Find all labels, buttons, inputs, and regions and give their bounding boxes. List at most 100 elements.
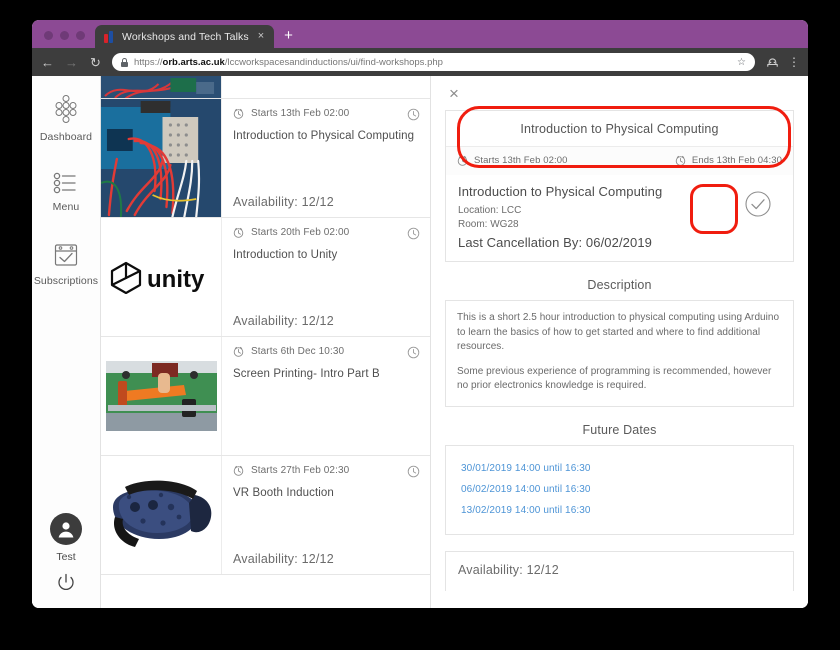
workshop-list[interactable]: Starts 13th Feb 02:00 Introduction to Ph… bbox=[101, 76, 431, 608]
detail-body-left: Introduction to Physical Computing Locat… bbox=[458, 184, 735, 250]
thumbnail-vr-headset bbox=[101, 456, 222, 574]
list-item[interactable]: Starts 27th Feb 02:30 VR Booth Induction… bbox=[101, 456, 430, 575]
detail-availability: Availability: 12/12 bbox=[445, 550, 794, 591]
clock-icon-right[interactable] bbox=[407, 465, 420, 478]
browser-menu-icon[interactable]: ⋮ bbox=[788, 56, 800, 68]
detail-start-text: Starts 13th Feb 02:00 bbox=[474, 155, 568, 166]
forward-button[interactable]: → bbox=[64, 56, 79, 69]
address-bar[interactable]: https://orb.arts.ac.uk/lccworkspacesandi… bbox=[112, 53, 755, 71]
sidebar-label-subscriptions: Subscriptions bbox=[33, 275, 99, 287]
clock-icon bbox=[233, 465, 244, 476]
description-box: This is a short 2.5 hour introduction to… bbox=[445, 300, 794, 407]
minimize-window-button[interactable] bbox=[60, 31, 69, 40]
sidebar-footer: Test bbox=[50, 513, 82, 608]
lock-icon bbox=[121, 57, 128, 67]
list-item[interactable]: Starts 6th Dec 10:30 Screen Printing- In… bbox=[101, 337, 430, 456]
sidebar-label-dashboard: Dashboard bbox=[39, 131, 93, 143]
clock-icon bbox=[233, 108, 244, 119]
description-paragraph-1: This is a short 2.5 hour introduction to… bbox=[457, 312, 780, 352]
toolbar-icons: ⋮ bbox=[764, 56, 800, 68]
list-item-start: Starts 20th Feb 02:00 bbox=[233, 227, 420, 240]
reload-button[interactable]: ↻ bbox=[88, 56, 103, 69]
list-item-start: Starts 27th Feb 02:30 bbox=[233, 465, 420, 478]
list-item-start-text: Starts 20th Feb 02:00 bbox=[251, 227, 350, 238]
detail-body-title: Introduction to Physical Computing bbox=[458, 184, 663, 199]
list-icon bbox=[53, 172, 79, 194]
list-item-availability: Availability: 12/12 bbox=[233, 195, 334, 209]
description-paragraph-2: Some previous experience of programming … bbox=[457, 365, 772, 392]
list-item-body: Starts 13th Feb 02:00 Introduction to Ph… bbox=[222, 99, 430, 217]
list-item-availability: Availability: 12/12 bbox=[233, 552, 334, 566]
list-item-title: Introduction to Unity bbox=[233, 249, 338, 261]
future-date-row[interactable]: 06/02/2019 14:00 until 16:30 bbox=[457, 479, 782, 500]
close-window-button[interactable] bbox=[44, 31, 53, 40]
detail-location: Location: LCC bbox=[458, 205, 522, 216]
list-item-body: Starts 27th Feb 02:30 VR Booth Induction… bbox=[222, 456, 430, 574]
thumbnail-arduino bbox=[101, 99, 222, 217]
list-item-availability: Availability: 12/12 bbox=[233, 314, 334, 328]
detail-last-cancellation: Last Cancellation By: 06/02/2019 bbox=[458, 235, 652, 250]
list-item-body: Starts 20th Feb 02:00 Introduction to Un… bbox=[222, 218, 430, 336]
list-item-start-text: Starts 27th Feb 02:30 bbox=[251, 465, 350, 476]
clock-icon bbox=[233, 227, 244, 238]
browser-tab[interactable]: Workshops and Tech Talks × bbox=[95, 25, 275, 48]
sidebar-item-dashboard[interactable]: Dashboard bbox=[32, 94, 100, 143]
sidebar-item-subscriptions[interactable]: Subscriptions bbox=[32, 242, 100, 287]
list-item-start-text: Starts 13th Feb 02:00 bbox=[251, 108, 350, 119]
window-traffic-lights bbox=[32, 31, 95, 48]
detail-close-bar: × bbox=[445, 76, 794, 110]
url-text: https://orb.arts.ac.uk/lccworkspacesandi… bbox=[134, 56, 443, 68]
close-icon[interactable]: × bbox=[449, 85, 459, 102]
new-tab-button[interactable]: + bbox=[274, 28, 303, 48]
app-viewport: Dashboard Menu Subscriptions Test Starts… bbox=[32, 76, 808, 608]
list-item-start: Starts 13th Feb 02:00 bbox=[233, 108, 420, 121]
list-item[interactable]: Starts 13th Feb 02:00 Introduction to Ph… bbox=[101, 99, 430, 218]
clock-icon bbox=[233, 346, 244, 357]
detail-end-text: Ends 13th Feb 04:30 bbox=[691, 155, 782, 166]
future-date-row[interactable]: 13/02/2019 14:00 until 16:30 bbox=[457, 500, 782, 521]
clock-icon-right[interactable] bbox=[407, 346, 420, 359]
sidebar: Dashboard Menu Subscriptions Test bbox=[32, 76, 101, 608]
list-item-partial[interactable] bbox=[101, 76, 430, 99]
clock-icon bbox=[675, 155, 686, 166]
tab-title: Workshops and Tech Talks bbox=[122, 30, 249, 43]
detail-start: Starts 13th Feb 02:00 bbox=[457, 155, 567, 166]
list-item[interactable]: unity Starts 20th Feb 02:00 Introduction… bbox=[101, 218, 430, 337]
clock-icon-right[interactable] bbox=[407, 227, 420, 240]
detail-times-row: Starts 13th Feb 02:00 Ends 13th Feb 04:3… bbox=[446, 147, 793, 175]
list-item-start-text: Starts 6th Dec 10:30 bbox=[251, 346, 345, 357]
bookmark-star-icon[interactable]: ☆ bbox=[737, 57, 746, 68]
maximize-window-button[interactable] bbox=[76, 31, 85, 40]
list-item-body: Starts 6th Dec 10:30 Screen Printing- In… bbox=[222, 337, 430, 455]
detail-booked-status[interactable] bbox=[735, 184, 781, 218]
browser-window: Workshops and Tech Talks × + ← → ↻ https… bbox=[32, 20, 808, 608]
detail-end: Ends 13th Feb 04:30 bbox=[675, 155, 782, 166]
clock-icon-right[interactable] bbox=[407, 108, 420, 121]
profile-icon[interactable] bbox=[766, 57, 779, 68]
circle-check-icon[interactable] bbox=[744, 190, 772, 218]
browser-toolbar: ← → ↻ https://orb.arts.ac.uk/lccworkspac… bbox=[32, 48, 808, 76]
calendar-check-icon bbox=[53, 242, 79, 268]
list-item-body bbox=[222, 76, 430, 98]
avatar[interactable] bbox=[50, 513, 82, 545]
detail-header-panel: Introduction to Physical Computing Start… bbox=[445, 110, 794, 262]
sidebar-label-menu: Menu bbox=[52, 201, 80, 213]
thumbnail-unity: unity bbox=[101, 218, 222, 336]
svg-text:unity: unity bbox=[147, 266, 205, 293]
user-name: Test bbox=[56, 551, 76, 563]
detail-body-block: Introduction to Physical Computing Locat… bbox=[446, 175, 793, 261]
list-item-start: Starts 6th Dec 10:30 bbox=[233, 346, 420, 359]
power-icon[interactable] bbox=[55, 572, 77, 594]
sidebar-item-menu[interactable]: Menu bbox=[32, 172, 100, 213]
workshop-detail-panel: × Introduction to Physical Computing Sta… bbox=[431, 76, 808, 608]
future-dates-box: 30/01/2019 14:00 until 16:30 06/02/2019 … bbox=[445, 444, 794, 535]
future-date-row[interactable]: 30/01/2019 14:00 until 16:30 bbox=[457, 458, 782, 479]
thumbnail bbox=[101, 76, 222, 98]
description-heading: Description bbox=[587, 278, 652, 292]
favicon-ual-icon bbox=[104, 30, 115, 43]
clock-icon bbox=[457, 155, 468, 166]
list-item-title: VR Booth Induction bbox=[233, 487, 334, 499]
close-tab-icon[interactable]: × bbox=[256, 31, 266, 42]
tab-strip: Workshops and Tech Talks × + bbox=[32, 20, 808, 48]
back-button[interactable]: ← bbox=[40, 56, 55, 69]
